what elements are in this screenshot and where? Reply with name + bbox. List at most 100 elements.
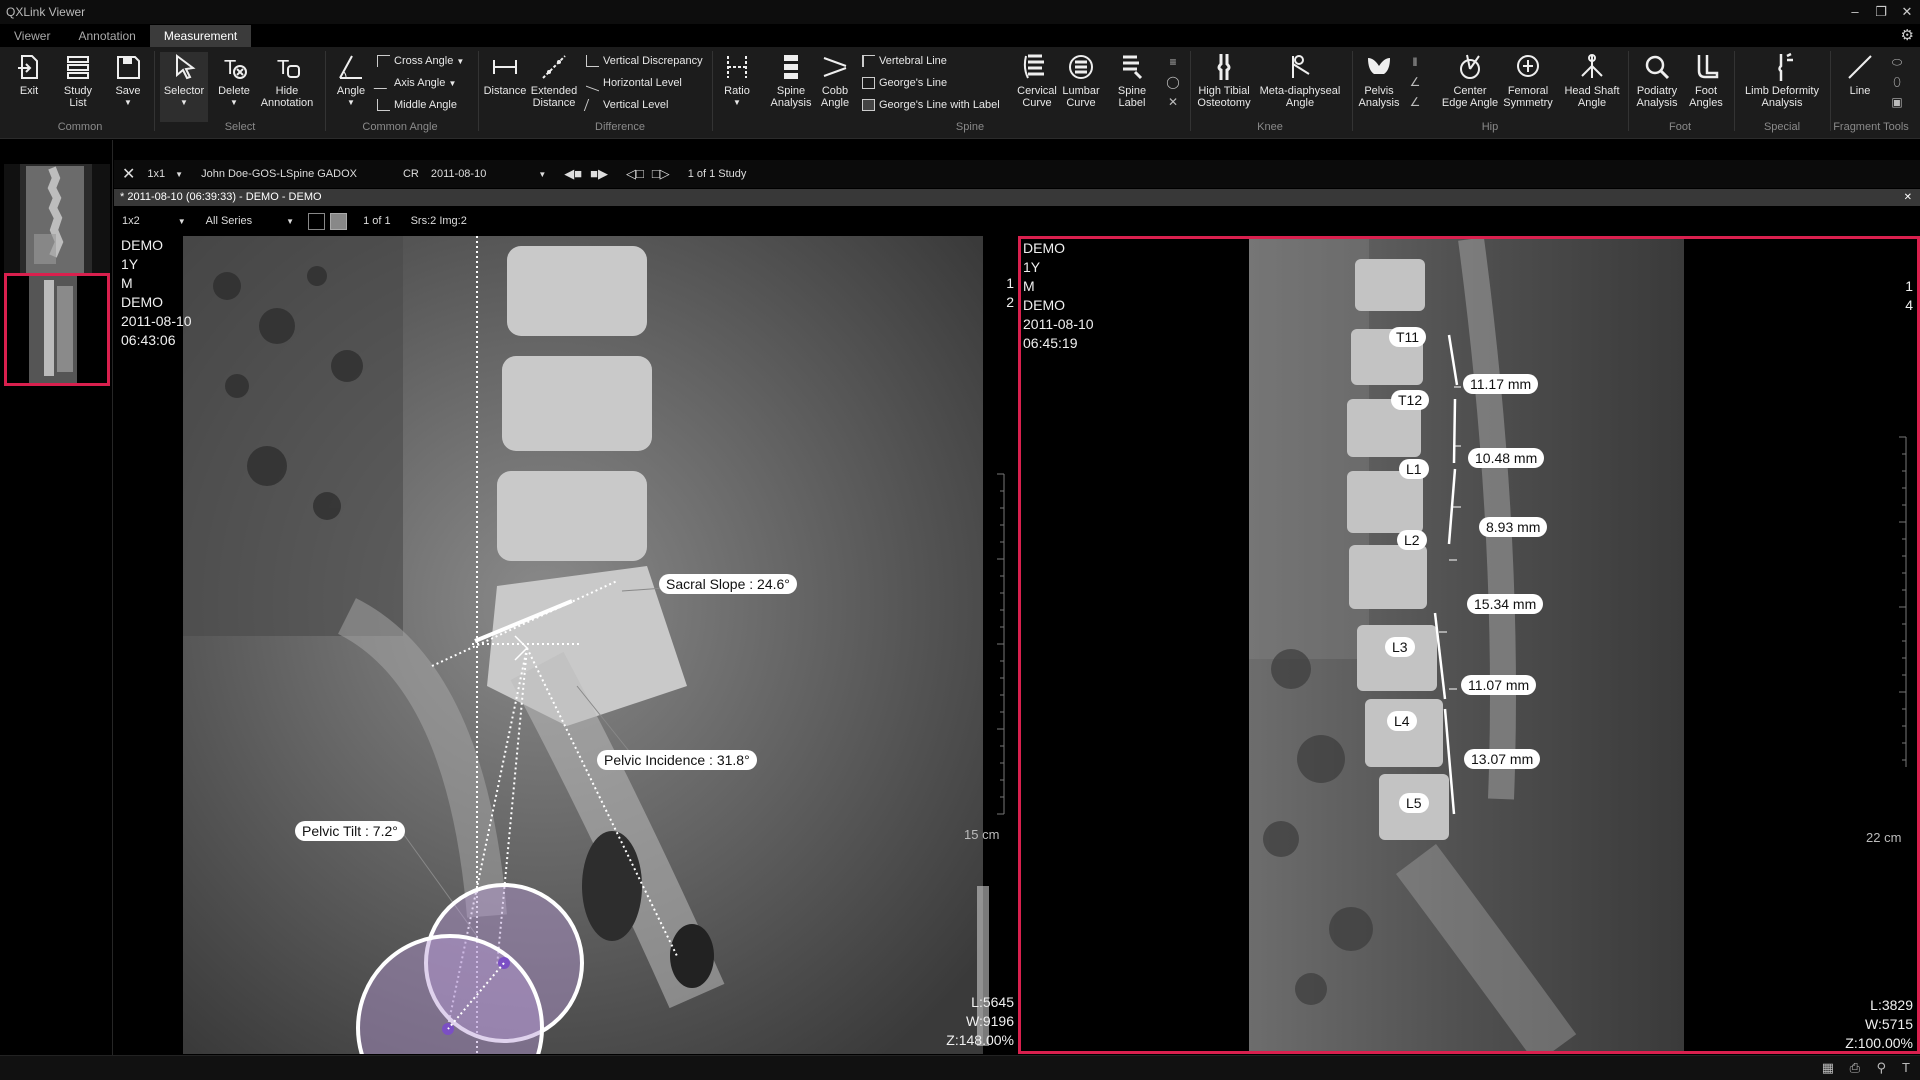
thumbnail-1[interactable] bbox=[4, 164, 110, 277]
hip-small-tools[interactable]: ‖ ∠ ∠ bbox=[1404, 52, 1426, 112]
vertebra-label-l3[interactable]: L3 bbox=[1385, 637, 1415, 657]
study-list-button[interactable]: Study List bbox=[60, 52, 96, 109]
exit-button[interactable]: Exit bbox=[14, 52, 44, 97]
extended-distance-icon bbox=[542, 55, 566, 79]
vertebra-label-l4[interactable]: L4 bbox=[1387, 711, 1417, 731]
hide-annotation-button[interactable]: T Hide Annotation bbox=[256, 52, 318, 109]
series-filter-select[interactable]: All Series bbox=[206, 215, 252, 227]
viewport-left[interactable]: DEMO 1Y M DEMO 2011-08-10 06:43:06 1 2 1… bbox=[117, 236, 1018, 1054]
thumbnail-2[interactable] bbox=[4, 273, 110, 386]
distance-icon bbox=[493, 60, 517, 74]
head-shaft-angle-button[interactable]: Head Shaft Angle bbox=[1562, 52, 1622, 109]
vertebra-label-t12[interactable]: T12 bbox=[1391, 390, 1430, 410]
zoom-value: Z:100.00% bbox=[1845, 1035, 1913, 1051]
cross-angle-button[interactable]: Cross Angle ▼ bbox=[377, 55, 464, 67]
sacral-slope-label[interactable]: Sacral Slope : 24.6° bbox=[659, 574, 797, 594]
chevron-down-icon[interactable]: ▼ bbox=[286, 217, 294, 226]
save-button[interactable]: Save ▼ bbox=[112, 52, 144, 109]
spine-analysis-button[interactable]: Spine Analysis bbox=[768, 52, 814, 109]
prev-study-icon[interactable]: ◀■ bbox=[564, 166, 582, 182]
tab-annotation[interactable]: Annotation bbox=[64, 25, 149, 47]
series-layout-select[interactable]: 1x2 bbox=[122, 215, 140, 227]
cervical-curve-button[interactable]: Cervical Curve bbox=[1016, 52, 1058, 109]
print-icon[interactable]: ⎙ bbox=[1850, 1060, 1860, 1076]
middle-angle-button[interactable]: Middle Angle bbox=[377, 99, 457, 111]
lumbar-curve-button[interactable]: Lumbar Curve bbox=[1060, 52, 1102, 109]
center-edge-label: Center Edge Angle bbox=[1441, 85, 1499, 109]
annotation-toggle-icon[interactable]: T bbox=[1902, 1060, 1910, 1075]
chevron-down-icon[interactable]: ▼ bbox=[175, 170, 183, 179]
vertebra-label-l5[interactable]: L5 bbox=[1399, 793, 1429, 813]
vertical-level-button[interactable]: Vertical Level bbox=[583, 99, 668, 111]
viewport-right[interactable]: DEMO 1Y M DEMO 2011-08-10 06:45:19 1 4 2… bbox=[1018, 236, 1920, 1054]
foot-angles-button[interactable]: Foot Angles bbox=[1684, 52, 1728, 109]
vertebral-line-button[interactable]: Vertebral Line bbox=[862, 55, 947, 67]
ratio-button[interactable]: Ratio ▼ bbox=[720, 52, 754, 109]
distance-label[interactable]: 10.48 mm bbox=[1468, 448, 1545, 468]
delete-button[interactable]: T Delete ▼ bbox=[216, 52, 252, 109]
extended-distance-button[interactable]: Extended Distance bbox=[528, 52, 580, 109]
index-line: 1 bbox=[1006, 275, 1014, 291]
group-difference: Difference bbox=[595, 121, 645, 133]
selector-button[interactable]: Selector ▼ bbox=[160, 52, 208, 122]
overlay-toggle-icon[interactable] bbox=[330, 212, 348, 230]
pelvic-tilt-label[interactable]: Pelvic Tilt : 7.2° bbox=[295, 821, 405, 841]
prev-series-icon[interactable]: ◁□ bbox=[626, 166, 644, 182]
limb-deformity-button[interactable]: Limb Deformity Analysis bbox=[1740, 52, 1824, 109]
close-icon[interactable]: ✕ bbox=[1894, 0, 1920, 24]
high-tibial-osteotomy-button[interactable]: High Tibial Osteotomy bbox=[1192, 52, 1256, 109]
distance-label[interactable]: 11.07 mm bbox=[1461, 675, 1537, 695]
line-button[interactable]: Line bbox=[1840, 52, 1880, 97]
pelvis-analysis-button[interactable]: Pelvis Analysis bbox=[1358, 52, 1400, 109]
pelvic-incidence-label[interactable]: Pelvic Incidence : 31.8° bbox=[597, 750, 757, 770]
chevron-down-icon[interactable]: ▼ bbox=[538, 170, 546, 179]
fragment-small-tools[interactable]: ⬭ ⬯ ▣ bbox=[1886, 52, 1908, 112]
horizontal-level-button[interactable]: Horizontal Level bbox=[586, 74, 682, 92]
search-icon[interactable]: ⚲ bbox=[1876, 1060, 1886, 1076]
close-icon[interactable]: ✕ bbox=[1904, 189, 1912, 206]
distance-label[interactable]: 13.07 mm bbox=[1464, 749, 1541, 769]
vertical-discrepancy-button[interactable]: Vertical Discrepancy bbox=[586, 55, 703, 67]
vertebra-label-l2[interactable]: L2 bbox=[1397, 530, 1427, 550]
vertebra-label-l1[interactable]: L1 bbox=[1399, 459, 1429, 479]
restore-icon[interactable]: ❐ bbox=[1868, 0, 1894, 24]
close-icon[interactable]: ✕ bbox=[122, 164, 135, 184]
chevron-down-icon[interactable]: ▼ bbox=[178, 217, 186, 226]
cobb-angle-button[interactable]: Cobb Angle bbox=[814, 52, 856, 109]
spine-label-button[interactable]: Spine Label bbox=[1108, 52, 1156, 109]
meta-diaphyseal-label: Meta-diaphyseal Angle bbox=[1259, 85, 1341, 109]
vertebra-label-t11[interactable]: T11 bbox=[1389, 327, 1427, 347]
vertical-level-icon bbox=[583, 99, 602, 111]
center-edge-angle-button[interactable]: Center Edge Angle bbox=[1440, 52, 1500, 109]
pelvis-analysis-label: Pelvis Analysis bbox=[1358, 85, 1400, 109]
tab-viewer[interactable]: Viewer bbox=[0, 25, 64, 47]
gear-icon[interactable]: ⚙ bbox=[1901, 26, 1914, 44]
xray-image-spine bbox=[1249, 239, 1907, 1051]
distance-label[interactable]: 8.93 mm bbox=[1479, 517, 1548, 537]
group-common-angle: Common Angle bbox=[362, 121, 438, 133]
next-series-icon[interactable]: □▷ bbox=[652, 166, 670, 182]
angle-button[interactable]: Angle ▼ bbox=[334, 52, 368, 109]
next-study-icon[interactable]: ■▶ bbox=[590, 166, 608, 182]
minimize-icon[interactable]: – bbox=[1842, 0, 1868, 24]
study-date-select[interactable]: 2011-08-10 bbox=[431, 168, 486, 180]
axis-angle-button[interactable]: Axis Angle ▼ bbox=[373, 77, 456, 89]
layout-select[interactable]: 1x1 bbox=[147, 168, 165, 180]
femoral-symmetry-button[interactable]: Femoral Symmetry bbox=[1502, 52, 1554, 109]
georges-line-label-button[interactable]: George's Line with Label bbox=[862, 99, 1000, 111]
distance-label[interactable]: 15.34 mm bbox=[1467, 594, 1544, 614]
modality: CR bbox=[402, 168, 419, 180]
spine-small-tools[interactable]: ≡ ◯ ✕ bbox=[1162, 52, 1184, 112]
meta-diaphyseal-button[interactable]: Meta-diaphyseal Angle bbox=[1256, 52, 1344, 109]
divider bbox=[712, 51, 713, 131]
georges-line-button[interactable]: George's Line bbox=[862, 77, 947, 89]
sync-icon[interactable] bbox=[308, 212, 326, 230]
grid-layout-icon[interactable]: ▦ bbox=[1822, 1060, 1834, 1076]
chevron-down-icon: ▼ bbox=[456, 56, 465, 66]
podiatry-analysis-button[interactable]: Podiatry Analysis bbox=[1632, 52, 1682, 109]
info-line: DEMO bbox=[1023, 297, 1065, 313]
distance-button[interactable]: Distance bbox=[482, 52, 528, 97]
xray-image-pelvis bbox=[183, 236, 1005, 1054]
tab-measurement[interactable]: Measurement bbox=[149, 25, 252, 47]
distance-label[interactable]: 11.17 mm bbox=[1463, 374, 1539, 394]
